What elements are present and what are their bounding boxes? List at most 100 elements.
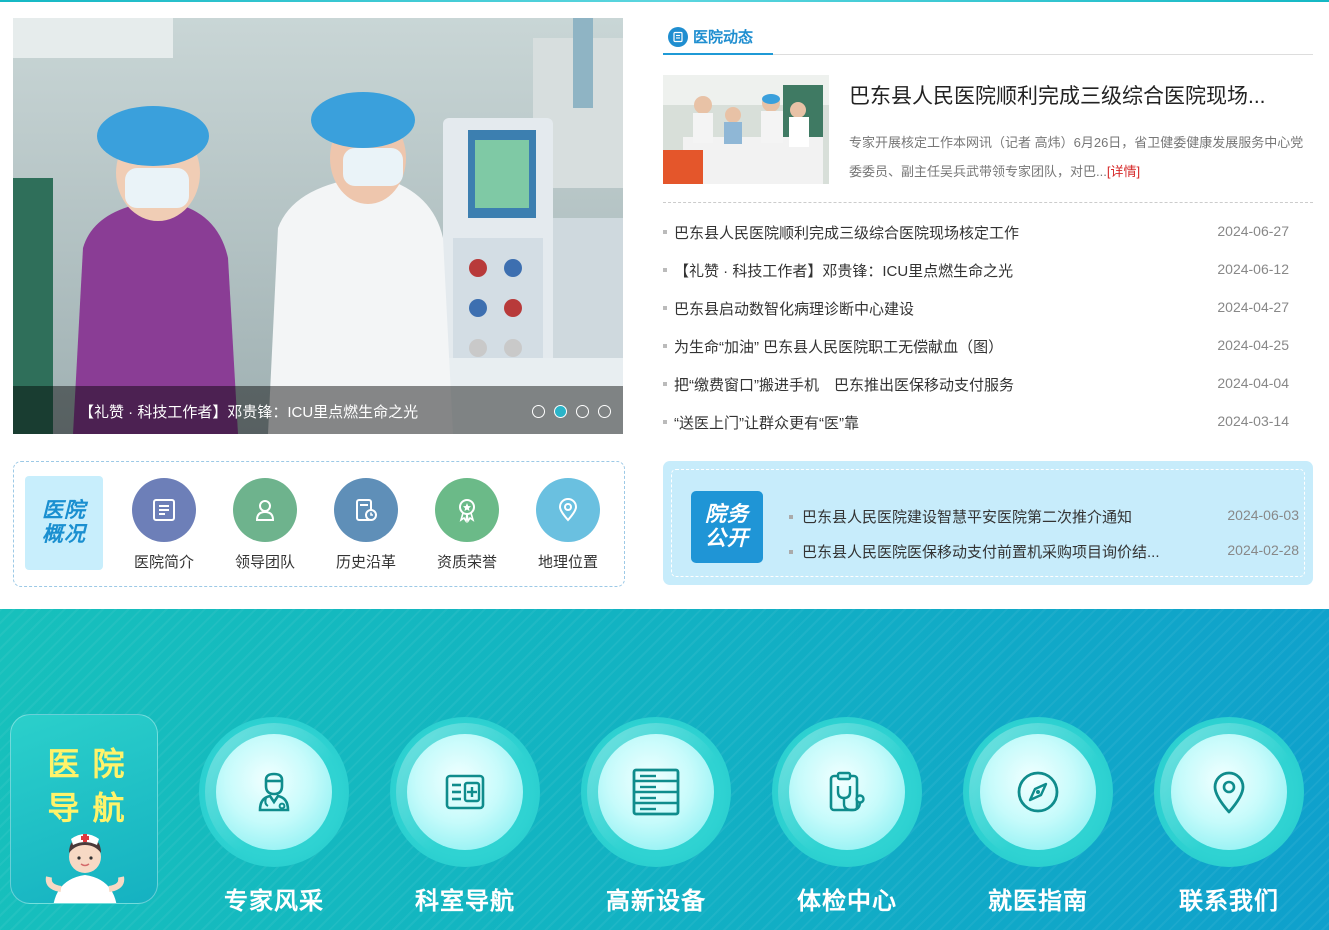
nav-ring xyxy=(581,717,731,867)
overview-section-label: 医院 概况 xyxy=(25,476,103,570)
person-icon xyxy=(233,478,297,542)
nav-ring xyxy=(390,717,540,867)
news-date: 2024-04-04 xyxy=(1217,375,1289,391)
public-affairs-border: 院务 公开 巴东县人民医院建设智慧平安医院第二次推介通知 2024-06-03 巴… xyxy=(671,469,1305,577)
affairs-date: 2024-02-28 xyxy=(1227,542,1299,558)
news-date: 2024-04-25 xyxy=(1217,337,1289,353)
list-item[interactable]: 巴东县启动数智化病理诊断中心建设 2024-04-27 xyxy=(663,289,1313,327)
bullet xyxy=(663,268,667,272)
news-title[interactable]: 【礼赞 · 科技工作者】邓贵锋：ICU里点燃生命之光 xyxy=(674,260,1013,281)
featured-news-summary: 专家开展核定工作本网讯（记者 高炜）6月26日，省卫健委健康发展服务中心党委委员… xyxy=(849,128,1315,186)
list-item[interactable]: 【礼赞 · 科技工作者】邓贵锋：ICU里点燃生命之光 2024-06-12 xyxy=(663,251,1313,289)
location-icon xyxy=(536,478,600,542)
tab-hospital-news[interactable]: 医院动态 xyxy=(663,20,773,55)
overview-item-leadership[interactable]: 领导团队 xyxy=(225,478,305,572)
nav-ring xyxy=(1154,717,1304,867)
public-affairs-label[interactable]: 院务 公开 xyxy=(691,491,763,563)
location-icon xyxy=(1213,771,1245,814)
nav-experts[interactable]: 专家风采 xyxy=(199,717,349,916)
overview-item-label: 资质荣誉 xyxy=(436,554,497,571)
hospital-overview-panel: 医院 概况 医院简介 领导团队 历史沿革 资质荣誉 地理位置 xyxy=(13,461,625,587)
overview-item-label: 历史沿革 xyxy=(335,554,396,571)
carousel-caption[interactable]: 【礼赞 · 科技工作者】邓贵锋：ICU里点燃生命之光 xyxy=(79,401,418,422)
news-date: 2024-06-27 xyxy=(1217,223,1289,239)
news-title[interactable]: 把“缴费窗口”搬进手机 巴东推出医保移动支付服务 xyxy=(674,374,1014,395)
department-icon xyxy=(445,774,485,810)
nav-ring xyxy=(963,717,1113,867)
nav-label-char: 航 xyxy=(92,790,125,826)
news-title[interactable]: 为生命“加油” 巴东县人民医院职工无偿献血（图） xyxy=(674,336,1003,357)
doctor-icon xyxy=(258,772,290,812)
nav-label-char: 医 xyxy=(47,746,80,782)
news-icon xyxy=(668,26,688,47)
list-item[interactable]: 巴东县人民医院医保移动支付前置机采购项目询价结... 2024-02-28 xyxy=(789,540,1299,564)
nav-item-label: 联系我们 xyxy=(1179,888,1279,915)
news-date: 2024-03-14 xyxy=(1217,413,1289,429)
list-item[interactable]: “送医上门”让群众更有“医”靠 2024-03-14 xyxy=(663,403,1313,441)
list-item[interactable]: 巴东县人民医院建设智慧平安医院第二次推介通知 2024-06-03 xyxy=(789,505,1299,529)
affairs-date: 2024-06-03 xyxy=(1227,507,1299,523)
news-date: 2024-04-27 xyxy=(1217,299,1289,315)
news-title[interactable]: 巴东县启动数智化病理诊断中心建设 xyxy=(674,298,914,319)
featured-news-more-link[interactable]: [详情] xyxy=(1107,164,1140,179)
history-icon xyxy=(334,478,398,542)
news-date: 2024-06-12 xyxy=(1217,261,1289,277)
featured-news-title[interactable]: 巴东县人民医院顺利完成三级综合医院现场... xyxy=(849,80,1266,110)
news-title[interactable]: “送医上门”让群众更有“医”靠 xyxy=(674,412,859,433)
overview-item-intro[interactable]: 医院简介 xyxy=(124,478,204,572)
nav-label-char: 导 xyxy=(47,790,80,826)
compass-icon xyxy=(1017,771,1059,813)
document-icon xyxy=(132,478,196,542)
list-item[interactable]: 为生命“加油” 巴东县人民医院职工无偿献血（图） 2024-04-25 xyxy=(663,327,1313,365)
news-title[interactable]: 巴东县人民医院顺利完成三级综合医院现场核定工作 xyxy=(674,222,1019,243)
news-tab-label: 医院动态 xyxy=(693,29,754,46)
carousel-dot-4[interactable] xyxy=(598,405,611,418)
featured-divider xyxy=(663,202,1313,203)
top-accent-line xyxy=(0,0,1329,2)
affairs-label-line2: 公开 xyxy=(705,527,749,550)
overview-item-label: 地理位置 xyxy=(537,554,598,571)
nurse-illustration xyxy=(45,834,125,903)
nav-ring xyxy=(199,717,349,867)
nav-checkup-center[interactable]: 体检中心 xyxy=(772,717,922,916)
nav-ring xyxy=(772,717,922,867)
bullet xyxy=(789,515,793,519)
overview-item-label: 领导团队 xyxy=(234,554,295,571)
nav-item-label: 体检中心 xyxy=(797,888,897,915)
affairs-title[interactable]: 巴东县人民医院医保移动支付前置机采购项目询价结... xyxy=(802,541,1160,562)
nav-equipment[interactable]: 高新设备 xyxy=(581,717,731,916)
bullet xyxy=(663,306,667,310)
overview-item-label: 医院简介 xyxy=(133,554,194,571)
stethoscope-icon xyxy=(829,771,865,812)
overview-item-honors[interactable]: 资质荣誉 xyxy=(427,478,507,572)
nav-label-char: 院 xyxy=(92,746,125,782)
affairs-title[interactable]: 巴东县人民医院建设智慧平安医院第二次推介通知 xyxy=(802,506,1132,527)
featured-news-summary-text: 专家开展核定工作本网讯（记者 高炜）6月26日，省卫健委健康发展服务中心党委委员… xyxy=(849,135,1304,179)
award-icon xyxy=(435,478,499,542)
bullet xyxy=(789,550,793,554)
nav-medical-guide[interactable]: 就医指南 xyxy=(963,717,1113,916)
carousel-caption-bar[interactable]: 【礼赞 · 科技工作者】邓贵锋：ICU里点燃生命之光 xyxy=(13,386,623,434)
overview-item-history[interactable]: 历史沿革 xyxy=(326,478,406,572)
carousel-dot-1[interactable] xyxy=(532,405,545,418)
carousel-dot-2[interactable] xyxy=(554,405,567,418)
bullet xyxy=(663,420,667,424)
affairs-label-line1: 院务 xyxy=(705,503,749,526)
hospital-navigation-label: 医 院 导 航 xyxy=(10,714,158,904)
nav-item-label: 高新设备 xyxy=(606,888,706,915)
carousel-photo xyxy=(13,18,623,434)
overview-item-location[interactable]: 地理位置 xyxy=(528,478,608,572)
list-item[interactable]: 巴东县人民医院顺利完成三级综合医院现场核定工作 2024-06-27 xyxy=(663,213,1313,251)
bullet xyxy=(663,382,667,386)
nav-item-label: 科室导航 xyxy=(415,888,515,915)
public-affairs-panel: 院务 公开 巴东县人民医院建设智慧平安医院第二次推介通知 2024-06-03 巴… xyxy=(663,461,1313,585)
nav-departments[interactable]: 科室导航 xyxy=(390,717,540,916)
list-item[interactable]: 把“缴费窗口”搬进手机 巴东推出医保移动支付服务 2024-04-04 xyxy=(663,365,1313,403)
nav-contact-us[interactable]: 联系我们 xyxy=(1154,717,1304,916)
bullet xyxy=(663,344,667,348)
bullet xyxy=(663,230,667,234)
carousel-dot-3[interactable] xyxy=(576,405,589,418)
image-carousel[interactable]: 【礼赞 · 科技工作者】邓贵锋：ICU里点燃生命之光 xyxy=(13,18,623,434)
featured-news-image[interactable] xyxy=(663,75,829,184)
news-list: 巴东县人民医院顺利完成三级综合医院现场核定工作 2024-06-27 【礼赞 · … xyxy=(663,213,1313,441)
